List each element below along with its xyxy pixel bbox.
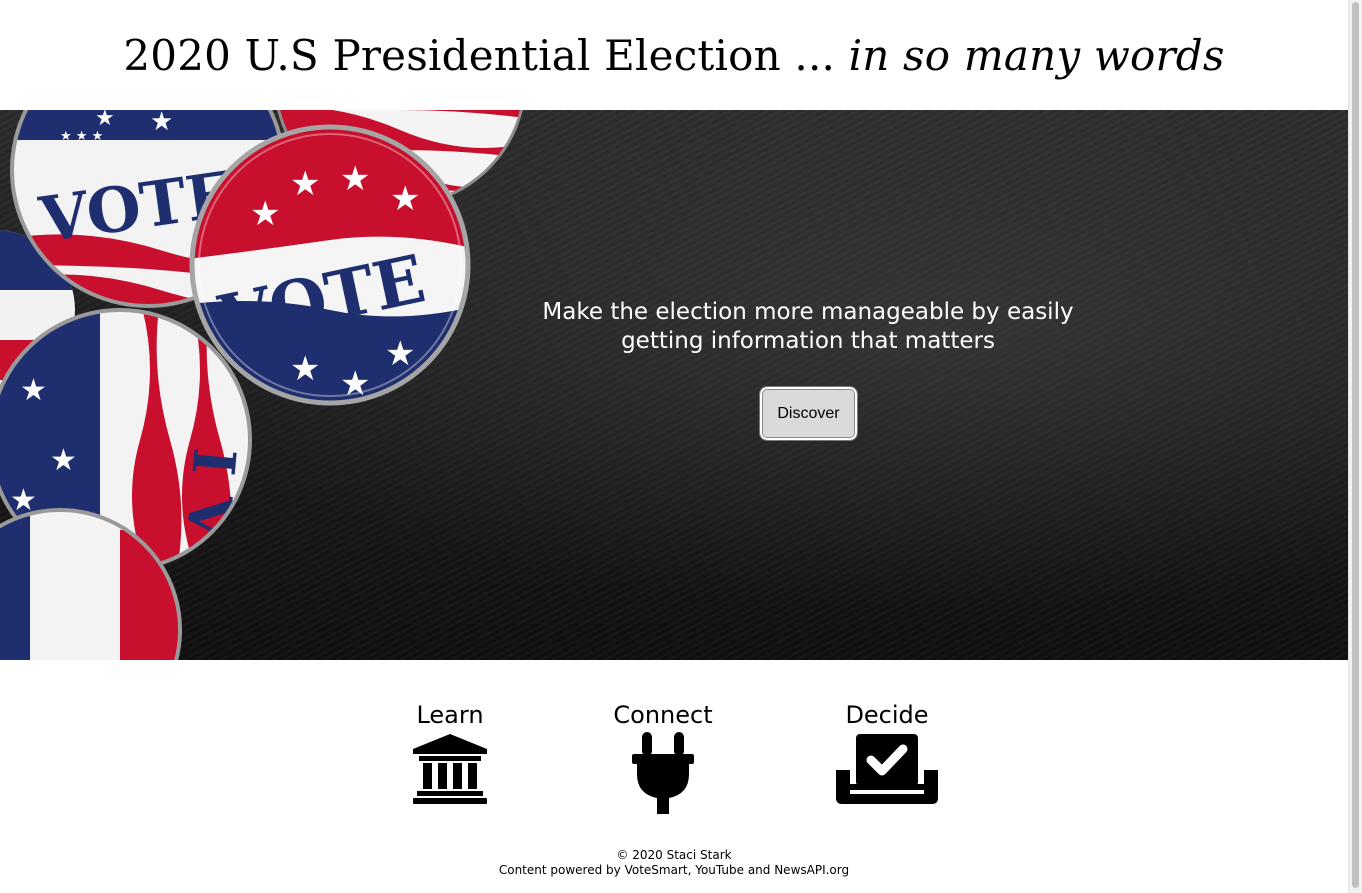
feature-connect-label: Connect — [613, 701, 713, 729]
hero-tagline: Make the election more manageable by eas… — [542, 299, 1074, 354]
feature-learn[interactable]: Learn — [400, 700, 500, 804]
svg-text:★: ★ — [20, 374, 47, 407]
title-italic: in so many words — [848, 30, 1225, 80]
feature-links: Learn Connect Decide — [0, 660, 1348, 830]
scrollbar-thumb[interactable] — [1352, 2, 1359, 888]
feature-learn-label: Learn — [416, 701, 484, 729]
feature-decide[interactable]: Decide — [836, 700, 938, 804]
credits-text: Content powered by VoteSmart, YouTube an… — [498, 863, 850, 877]
copyright-text: © 2020 Staci Stark — [616, 848, 732, 862]
svg-text:★: ★ — [390, 180, 420, 218]
svg-text:★: ★ — [95, 110, 115, 130]
hero-banner: ★ ★ ★ ★ ★ VOTE ★ ★ ★ ★ I VOTED — [0, 110, 1348, 660]
feature-connect[interactable]: Connect — [603, 700, 723, 814]
vote-box-icon — [836, 734, 938, 804]
discover-button[interactable]: Discover — [759, 386, 858, 441]
svg-text:★: ★ — [290, 165, 320, 203]
feature-decide-label: Decide — [845, 701, 929, 729]
svg-text:★: ★ — [150, 110, 173, 136]
vertical-scrollbar[interactable] — [1348, 0, 1362, 893]
title-main: 2020 U.S Presidential Election ... — [123, 30, 849, 80]
plug-icon — [632, 732, 694, 814]
site-footer: © 2020 Staci Stark Content powered by Vo… — [0, 848, 1348, 878]
svg-text:★: ★ — [250, 195, 280, 233]
svg-text:★ ★ ★: ★ ★ ★ — [60, 129, 103, 144]
page-title: 2020 U.S Presidential Election ... in so… — [123, 31, 1224, 80]
svg-text:★: ★ — [50, 444, 77, 477]
site-header: 2020 U.S Presidential Election ... in so… — [0, 0, 1348, 110]
vote-buttons-image: ★ ★ ★ ★ ★ VOTE ★ ★ ★ ★ I VOTED — [0, 110, 525, 660]
svg-text:★: ★ — [290, 350, 320, 388]
landmark-icon — [413, 734, 487, 804]
svg-text:★: ★ — [340, 160, 370, 198]
